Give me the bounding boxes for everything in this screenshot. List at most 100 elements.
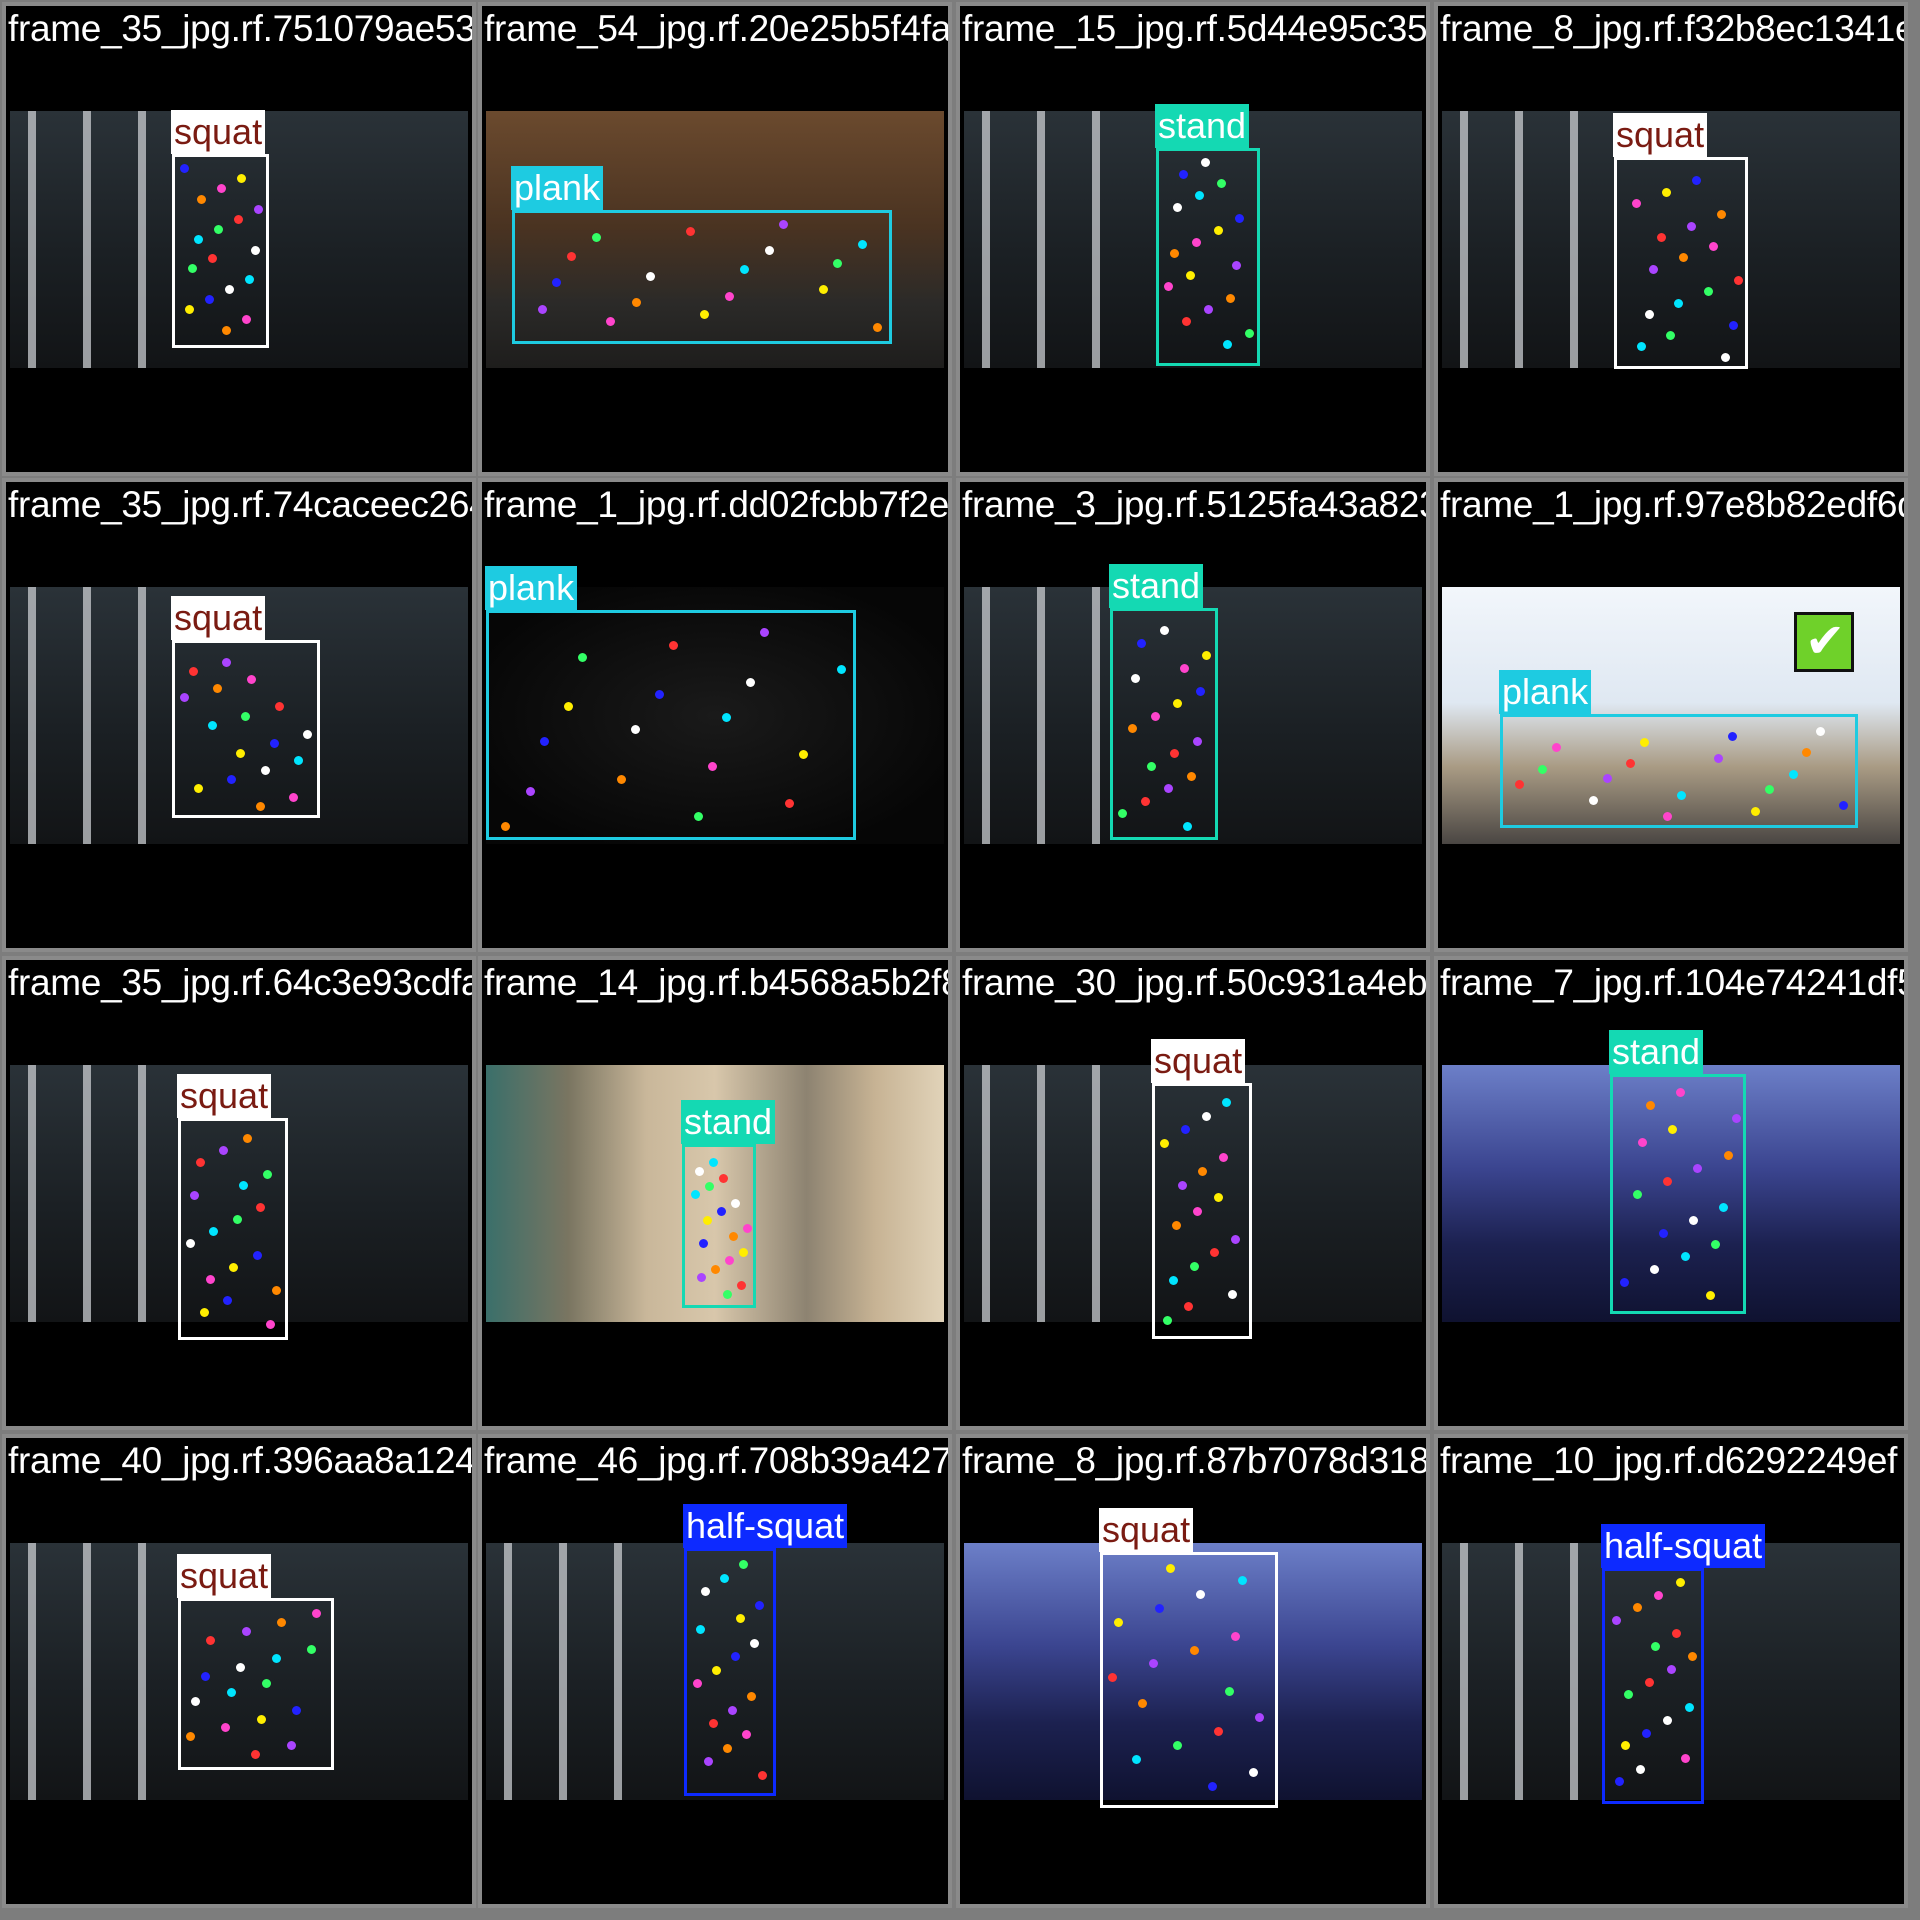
bounding-box: [1152, 1083, 1252, 1339]
keypoint: [1639, 737, 1649, 747]
mosaic-tile: half-squat frame_10_jpg.rf.d6292249ef: [1434, 1434, 1908, 1908]
keypoint: [578, 652, 587, 662]
filename-label: frame_8_jpg.rf.f32b8ec1341e: [1440, 8, 1908, 49]
keypoint: [256, 1714, 266, 1724]
keypoint: [213, 225, 223, 235]
class-label: half-squat: [683, 1504, 848, 1548]
keypoint: [1190, 1645, 1200, 1655]
keypoint: [630, 725, 640, 735]
rack-post: [1037, 111, 1045, 368]
keypoint: [180, 164, 189, 173]
keypoint: [1636, 1764, 1646, 1774]
filename-label: frame_3_jpg.rf.5125fa43a823e: [962, 484, 1430, 525]
class-label: squat: [1613, 113, 1708, 157]
rack-post: [28, 1543, 36, 1800]
keypoint: [746, 677, 755, 687]
keypoint: [222, 657, 232, 667]
keypoint: [194, 783, 204, 793]
keypoint: [1620, 1741, 1630, 1751]
filename-label: frame_54_jpg.rf.20e25b5f4fa4ef195e431a: [484, 8, 952, 49]
bounding-box: [684, 1548, 776, 1796]
keypoint: [538, 304, 547, 314]
keypoint: [694, 1166, 704, 1176]
keypoint: [1244, 328, 1254, 338]
class-label: squat: [1099, 1508, 1194, 1552]
keypoint: [188, 666, 198, 676]
keypoint: [1172, 1740, 1182, 1750]
keypoint: [302, 730, 312, 740]
keypoint: [1661, 187, 1671, 197]
rack-post: [1570, 111, 1578, 368]
rack-post: [1515, 1543, 1523, 1800]
keypoint: [255, 802, 265, 812]
keypoint: [1716, 210, 1726, 220]
keypoint: [1708, 242, 1718, 252]
rack-post: [1460, 111, 1468, 368]
keypoint: [1667, 1125, 1677, 1135]
bounding-box: [1500, 714, 1858, 828]
keypoint: [1718, 1202, 1728, 1212]
keypoint: [721, 712, 731, 722]
keypoint: [739, 1247, 749, 1257]
keypoint: [749, 1638, 759, 1648]
filename-label: frame_10_jpg.rf.d6292249ef: [1440, 1440, 1898, 1481]
keypoint: [1714, 753, 1724, 763]
keypoint: [260, 765, 270, 775]
mosaic-tile: squat frame_8_jpg.rf.f32b8ec1341e: [1434, 2, 1908, 476]
keypoint: [1651, 1641, 1660, 1651]
keypoint: [702, 1215, 712, 1225]
keypoint: [818, 284, 828, 294]
keypoint: [1127, 724, 1137, 734]
filename-label: frame_30_jpg.rf.50c931a4ebdfa7b2737: [962, 962, 1428, 1003]
keypoint: [1189, 1262, 1199, 1272]
bounding-box: [178, 1598, 334, 1770]
keypoint: [742, 1224, 752, 1233]
filename-label: frame_35_jpg.rf.74caceec264fad5e1e4539af…: [8, 484, 472, 525]
bounding-box: [1110, 608, 1218, 840]
keypoint: [1147, 761, 1157, 771]
keypoint: [269, 739, 279, 749]
keypoint: [189, 1191, 199, 1201]
keypoint: [1192, 1206, 1202, 1216]
keypoint: [196, 194, 206, 204]
keypoint: [262, 1169, 272, 1179]
rack-post: [982, 111, 990, 368]
keypoint: [722, 1289, 732, 1299]
keypoint: [685, 226, 695, 236]
class-label: half-squat: [1601, 1524, 1766, 1568]
keypoint: [1179, 663, 1189, 673]
filename-label: frame_40_jpg.rf.396aa8a124fc34e2951ed2e1: [8, 1440, 476, 1481]
class-label: stand: [1609, 1030, 1704, 1074]
rack-post: [83, 1543, 91, 1800]
rack-post: [28, 111, 36, 368]
keypoint: [1602, 774, 1612, 784]
keypoint: [1179, 169, 1189, 179]
rack-post: [83, 1065, 91, 1322]
keypoint: [208, 720, 218, 730]
keypoint: [226, 1687, 236, 1697]
keypoint: [616, 774, 626, 784]
keypoint: [722, 1743, 732, 1753]
keypoint: [725, 291, 735, 301]
keypoint: [229, 1262, 239, 1272]
rack-post: [614, 1543, 622, 1800]
keypoint: [286, 1741, 296, 1751]
keypoint: [1183, 821, 1193, 831]
keypoint: [1186, 771, 1196, 781]
keypoint: [1788, 769, 1798, 779]
class-label: plank: [1499, 670, 1592, 714]
rack-post: [1092, 587, 1100, 844]
keypoint: [711, 1264, 721, 1274]
keypoint: [1150, 711, 1160, 721]
keypoint: [1641, 1728, 1651, 1738]
class-label: stand: [1109, 564, 1204, 608]
filename-label: frame_35_jpg.rf.64c3e93cdfa3738267c79822…: [8, 962, 472, 1003]
class-label: stand: [681, 1100, 776, 1144]
keypoint: [566, 251, 576, 261]
keypoint: [1173, 202, 1183, 212]
rack-post: [1460, 1543, 1468, 1800]
keypoint: [833, 258, 843, 268]
keypoint: [1684, 1703, 1694, 1713]
keypoint: [1636, 341, 1646, 351]
bounding-box: [1614, 157, 1748, 369]
